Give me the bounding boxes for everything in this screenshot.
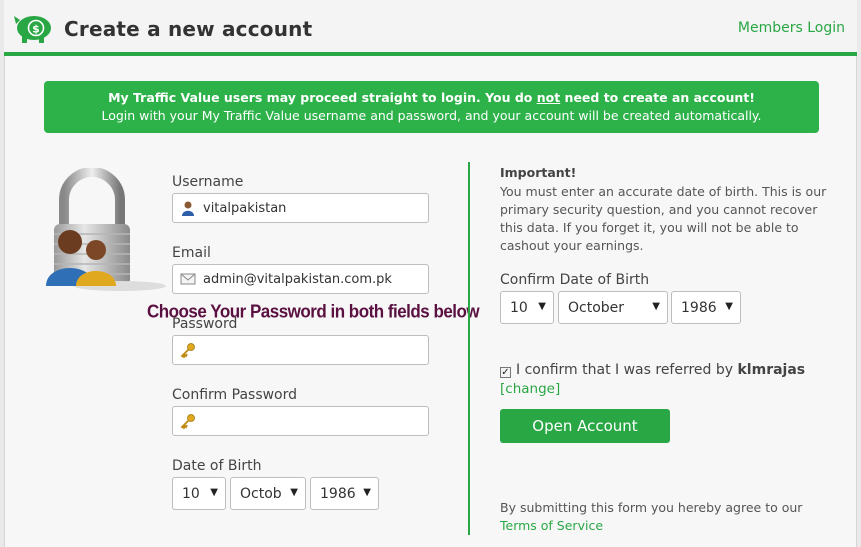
confirm-dob-day-value: 10 [510, 300, 528, 316]
referrer-name: klmrajas [737, 362, 806, 378]
info-banner-text: My Traffic Value users may proceed strai… [108, 90, 537, 105]
open-account-button[interactable]: Open Account [500, 409, 670, 443]
dropdown-arrow-icon: ▼ [210, 487, 218, 498]
dropdown-arrow-icon: ▼ [652, 301, 660, 312]
important-heading: Important! [500, 165, 577, 180]
members-login-link[interactable]: Members Login [738, 20, 845, 36]
dob-month-value: Octob [240, 486, 282, 502]
info-banner-text: need to create an account! [560, 90, 755, 105]
svg-text:$: $ [32, 23, 40, 36]
confirm-dob-label: Confirm Date of Birth [500, 272, 650, 288]
dob-label: Date of Birth [172, 458, 262, 474]
page-title: Create a new account [64, 17, 313, 41]
envelope-icon [180, 273, 196, 285]
dropdown-arrow-icon: ▼ [725, 301, 733, 312]
confirm-dob-day-select[interactable]: 10 ▼ [500, 291, 554, 324]
confirm-dob-year-select[interactable]: 1986 ▼ [671, 291, 741, 324]
dob-month-select[interactable]: Octob ▼ [230, 477, 306, 510]
confirm-dob-month-select[interactable]: October ▼ [558, 291, 668, 324]
important-text: You must enter an accurate date of birth… [500, 184, 827, 253]
dropdown-arrow-icon: ▼ [363, 487, 371, 498]
referral-text: I confirm that I was referred by [516, 362, 738, 378]
username-field[interactable] [172, 193, 429, 223]
dropdown-arrow-icon: ▼ [538, 301, 546, 312]
piggy-bank-dollar-icon: $ [14, 16, 51, 43]
password-label: Password [172, 316, 238, 332]
key-icon [180, 343, 195, 358]
password-input[interactable] [203, 341, 423, 359]
terms-of-service-link[interactable]: Terms of Service [500, 518, 603, 533]
password-field[interactable] [172, 335, 429, 365]
referral-checkbox[interactable]: ✓ [500, 367, 511, 378]
info-banner-line1: My Traffic Value users may proceed strai… [44, 89, 819, 107]
confirm-dob-month-value: October [568, 300, 625, 316]
email-label: Email [172, 245, 211, 261]
dob-day-value: 10 [182, 486, 200, 502]
email-input[interactable] [203, 270, 423, 288]
dob-year-select[interactable]: 1986 ▼ [310, 477, 379, 510]
dob-day-select[interactable]: 10 ▼ [172, 477, 226, 510]
dob-year-value: 1986 [320, 486, 356, 502]
page-header: $ Create a new account Members Login [4, 0, 857, 56]
dropdown-arrow-icon: ▼ [290, 487, 298, 498]
change-referrer-link[interactable]: [change] [500, 381, 560, 397]
info-banner: My Traffic Value users may proceed strai… [44, 81, 819, 133]
key-icon [180, 414, 195, 429]
confirm-dob-year-value: 1986 [681, 300, 717, 316]
info-banner-emphasis: not [536, 90, 561, 105]
username-input[interactable] [203, 199, 423, 217]
referral-confirm-row: ✓ I confirm that I was referred by klmraj… [500, 362, 805, 378]
info-banner-line2: Login with your My Traffic Value usernam… [101, 108, 762, 123]
user-icon [182, 201, 194, 216]
tos-text: By submitting this form you hereby agree… [500, 500, 803, 515]
padlock-users-icon [46, 168, 166, 291]
username-label: Username [172, 174, 244, 190]
email-field[interactable] [172, 264, 429, 294]
confirm-password-field[interactable] [172, 406, 429, 436]
column-divider [468, 162, 470, 535]
confirm-password-input[interactable] [203, 412, 423, 430]
confirm-password-label: Confirm Password [172, 387, 298, 403]
